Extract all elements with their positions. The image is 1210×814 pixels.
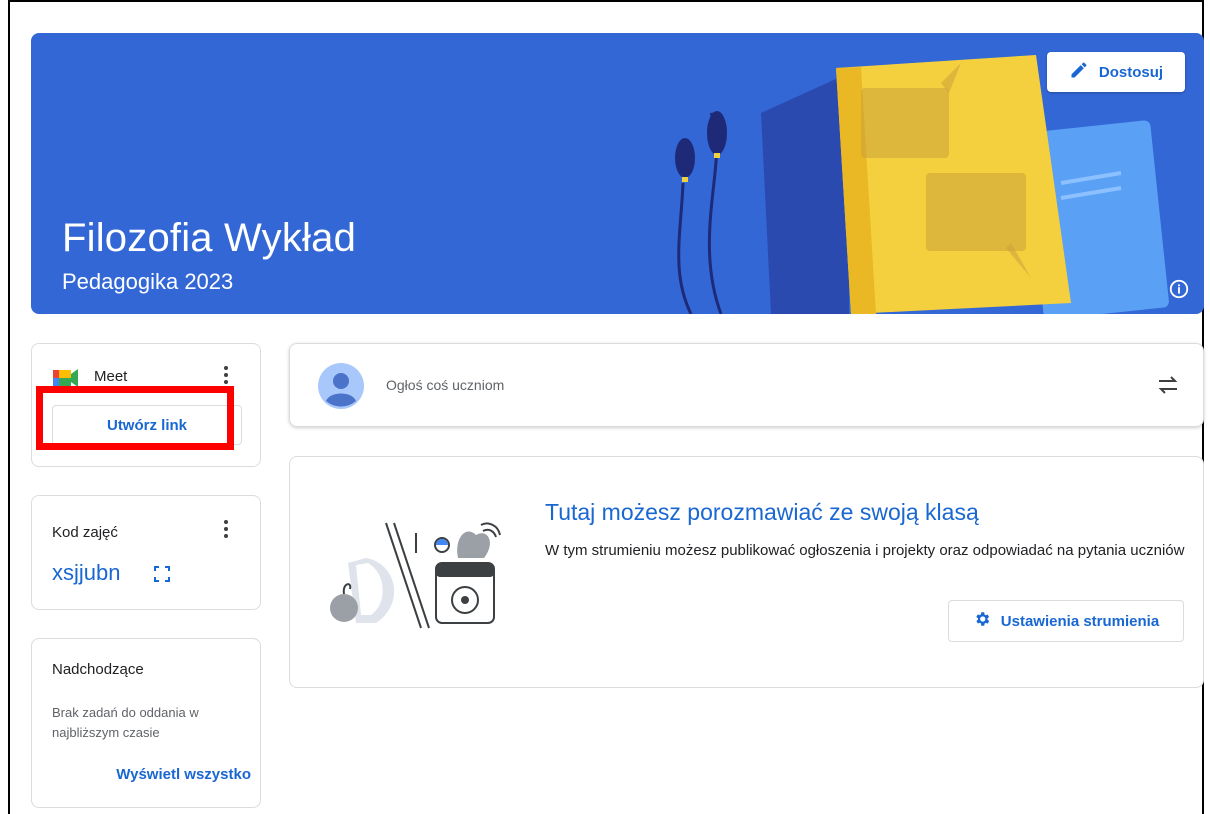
upcoming-card: Nadchodzące Brak zadań do oddania w najb… xyxy=(31,638,261,808)
stream-intro-card: Tutaj możesz porozmawiać ze swoją klasą … xyxy=(289,456,1204,688)
class-code-value: xsjjubn xyxy=(52,560,121,585)
stream-illustration xyxy=(330,522,501,629)
stream-intro-description: W tym strumieniu możesz publikować ogłos… xyxy=(545,542,1185,559)
class-banner: Filozofia Wykład Pedagogika 2023 Dostosu… xyxy=(31,33,1204,314)
stream-intro-title: Tutaj możesz porozmawiać ze swoją klasą xyxy=(545,499,979,525)
stream-settings-button[interactable]: Ustawienia strumienia xyxy=(948,600,1184,642)
view-all-link[interactable]: Wyświetl wszystko xyxy=(116,766,251,783)
meet-more-icon[interactable] xyxy=(224,366,230,384)
upcoming-empty-text: Brak zadań do oddania w najbliższym czas… xyxy=(52,705,199,740)
meet-card: Meet Utwórz link xyxy=(31,343,261,467)
announce-box[interactable]: Ogłoś coś uczniom xyxy=(289,343,1204,427)
announce-placeholder[interactable]: Ogłoś coś uczniom xyxy=(386,377,504,393)
repost-icon[interactable] xyxy=(1156,372,1180,403)
class-code-more-icon[interactable] xyxy=(224,520,230,538)
customize-button[interactable]: Dostosuj xyxy=(1047,52,1185,92)
meet-title: Meet xyxy=(94,368,128,385)
create-meet-link-button[interactable]: Utwórz link xyxy=(52,405,242,445)
class-title: Filozofia Wykład xyxy=(62,216,357,260)
class-code-title: Kod zajęć xyxy=(52,524,118,541)
upcoming-title: Nadchodzące xyxy=(52,661,144,678)
class-code-card: Kod zajęć xsjjubn xyxy=(31,495,261,610)
class-section: Pedagogika 2023 xyxy=(62,269,234,294)
stream-settings-label: Ustawienia strumienia xyxy=(1000,612,1160,630)
meet-icon xyxy=(53,368,79,393)
customize-label: Dostosuj xyxy=(1098,63,1164,81)
avatar xyxy=(318,363,364,409)
pencil-icon xyxy=(1069,60,1089,84)
info-icon[interactable] xyxy=(1168,278,1190,300)
gear-icon xyxy=(973,610,991,632)
fullscreen-icon[interactable] xyxy=(154,566,170,587)
